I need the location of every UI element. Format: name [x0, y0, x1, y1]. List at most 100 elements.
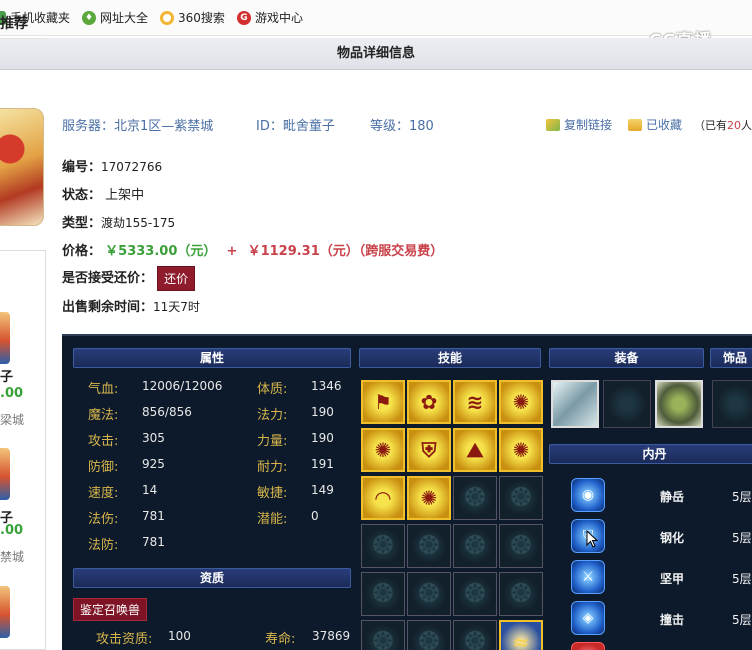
- skill-slot[interactable]: ✺: [361, 428, 405, 472]
- recommend-item-thumbnail[interactable]: [0, 586, 10, 638]
- bookmark-label: 网址大全: [100, 11, 149, 25]
- skill-slot[interactable]: ✺: [499, 428, 543, 472]
- neidan-jingyue-icon[interactable]: ◉: [571, 478, 605, 512]
- server-info: 服务器：北京1区—紫禁城: [62, 115, 213, 134]
- stat-value: 925: [142, 457, 165, 471]
- neidan-name: 坚甲: [660, 572, 685, 586]
- id-value: 毗舍童子: [282, 119, 335, 134]
- skill-slot-empty: ❂: [361, 524, 405, 568]
- item-number-label: 编号：: [62, 160, 102, 175]
- equipment-slot-collar[interactable]: [655, 380, 703, 428]
- stat-value: 305: [142, 431, 165, 445]
- neidan-level: 5层: [732, 490, 752, 504]
- neidan-name: 撞击: [660, 613, 685, 627]
- empty-slot-icon: ❂: [372, 627, 394, 650]
- arc-skill-icon: ◠: [375, 486, 391, 510]
- bookmark-label: 360搜索: [178, 11, 225, 25]
- skill-slot-empty: ❂: [453, 620, 497, 650]
- recommend-item-thumbnail[interactable]: [0, 312, 10, 364]
- equipment-slot-armor[interactable]: [551, 380, 599, 428]
- item-status: 状态： 上架中: [62, 184, 144, 203]
- favorite-count: （已有20人: [694, 117, 752, 133]
- empty-slot-icon: ❂: [418, 531, 440, 561]
- sun-skill-icon: ✺: [420, 486, 438, 510]
- bargain-button[interactable]: 还价: [157, 266, 196, 291]
- neidan-zhuangji-icon[interactable]: ◈: [571, 601, 605, 635]
- price-plus: +: [226, 244, 238, 259]
- skill-slot[interactable]: ✺: [407, 476, 451, 520]
- accessory-slot-empty: [712, 380, 752, 428]
- stat-label: 敏捷:: [257, 486, 288, 501]
- favorite-count-prefix: （已有: [694, 119, 727, 132]
- stat-value: 191: [311, 457, 334, 471]
- stat-value: 856/856: [142, 405, 192, 419]
- skill-slot-empty: ❂: [407, 572, 451, 616]
- neidan-next-icon[interactable]: [571, 642, 605, 650]
- bookmark-label: 游戏中心: [254, 11, 303, 25]
- recommend-item-thumbnail[interactable]: [0, 448, 10, 500]
- page-title: 物品详细信息: [0, 38, 752, 70]
- empty-slot-icon: ❂: [418, 579, 440, 609]
- id-label: ID：: [256, 119, 283, 134]
- skill-slot[interactable]: ⚑: [361, 380, 405, 424]
- skill-slot[interactable]: ◠: [361, 476, 405, 520]
- 360-search-icon: [160, 10, 175, 25]
- item-type-label: 类型：: [62, 216, 102, 231]
- game-detail-panel: 属性 技能 装备 饰品 气血: 12006/12006 魔法: 856/856 …: [62, 334, 752, 650]
- empty-slot-icon: ❂: [510, 483, 532, 513]
- favorited-button[interactable]: 已收藏: [628, 116, 682, 133]
- empty-slot-icon: ❂: [464, 483, 486, 513]
- game-center-icon: G: [236, 10, 251, 25]
- empty-slot-icon: ❂: [464, 627, 486, 650]
- favorite-count-value: 20: [727, 119, 741, 132]
- copy-link-icon: [546, 118, 560, 131]
- favorite-count-suffix: 人: [741, 119, 752, 132]
- stat-label: 速度:: [88, 486, 119, 501]
- sun-skill-icon: ✺: [374, 438, 392, 462]
- server-value: 北京1区—紫禁城: [114, 119, 214, 134]
- aptitude-label: 攻击资质:: [96, 632, 153, 647]
- bookmark-game-center[interactable]: G 游戏中心: [236, 9, 303, 26]
- skill-slot[interactable]: ✺: [499, 380, 543, 424]
- skill-slot[interactable]: ≈: [499, 620, 543, 650]
- skill-slot[interactable]: ⛨: [407, 428, 451, 472]
- bookmark-360-search[interactable]: 360搜索: [160, 9, 225, 26]
- neidan-level: 5层: [732, 531, 752, 545]
- equipment-header: 装备: [549, 348, 704, 368]
- remaining-time: 出售剩余时间：11天7时: [62, 296, 200, 315]
- stat-label: 攻击:: [88, 434, 119, 449]
- recommend-item-server: 梁城: [0, 413, 25, 427]
- stat-value: 12006/12006: [142, 379, 223, 393]
- bookmark-web-directory[interactable]: ♦ 网址大全: [82, 9, 148, 26]
- skill-slot-empty: ❂: [499, 476, 543, 520]
- skill-slot-empty: ❂: [453, 476, 497, 520]
- skill-slot[interactable]: ≋: [453, 380, 497, 424]
- neidan-jianjia-icon[interactable]: ⚔: [571, 560, 605, 594]
- skill-slot[interactable]: ⛰: [453, 428, 497, 472]
- aptitude-value: 100: [168, 629, 191, 643]
- skill-slot-empty: ❂: [453, 524, 497, 568]
- skill-slot[interactable]: ✿: [407, 380, 451, 424]
- stat-label: 法力:: [257, 408, 288, 423]
- avatar: [0, 108, 44, 226]
- skill-slot-empty: ❂: [499, 572, 543, 616]
- empty-slot-icon: ❂: [372, 531, 394, 561]
- favorited-label: 已收藏: [646, 118, 683, 132]
- item-type-value: 渡劫155-175: [101, 216, 176, 230]
- recommend-item-price: .00: [0, 523, 24, 538]
- recommend-item-name[interactable]: 子: [0, 366, 13, 385]
- warrior-skill-icon: ⚑: [374, 390, 392, 414]
- stat-label: 潜能:: [257, 512, 288, 527]
- item-status-value: 上架中: [105, 188, 145, 203]
- bargain-row: 是否接受还价： 还价: [62, 266, 196, 291]
- item-type: 类型：渡劫155-175: [62, 212, 175, 231]
- stat-value: 190: [311, 431, 334, 445]
- identify-summon-button[interactable]: 鉴定召唤兽: [73, 598, 148, 621]
- level-value: 180: [409, 119, 434, 134]
- item-number: 编号：17072766: [62, 156, 162, 175]
- level-label: 等级：: [370, 119, 410, 134]
- item-status-label: 状态：: [62, 188, 102, 203]
- empty-slot-icon: ❂: [464, 579, 486, 609]
- level-info: 等级：180: [370, 115, 434, 134]
- copy-link-button[interactable]: 复制链接: [546, 116, 612, 133]
